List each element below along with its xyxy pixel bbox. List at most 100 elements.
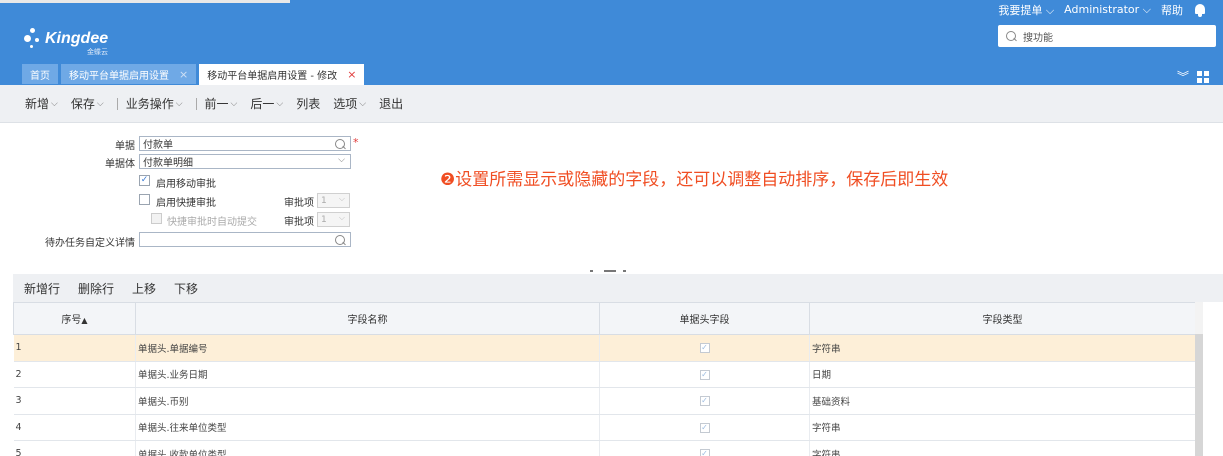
prev-label: 前一 <box>204 97 229 111</box>
save-button[interactable]: 保存 ⌵ <box>71 95 104 112</box>
table-vertical-scrollbar[interactable] <box>1195 302 1203 456</box>
logo-text: Kingdee <box>45 30 109 47</box>
cell-field-name[interactable]: 单据头.单据编号 <box>135 334 600 362</box>
close-icon[interactable]: × <box>347 68 356 81</box>
bill-value: 付款单 <box>143 140 173 151</box>
toolbar-divider <box>116 97 118 110</box>
col-bill-head[interactable]: 单据头字段 <box>599 302 810 335</box>
tab-home[interactable]: 首页 <box>22 64 58 84</box>
cell-bill-head[interactable]: ✓ <box>599 334 810 362</box>
col-field-type[interactable]: 字段类型 <box>809 302 1196 335</box>
tab-mobile-settings[interactable]: 移动平台单据启用设置 × <box>61 64 197 84</box>
search-placeholder: 搜功能 <box>1023 32 1053 44</box>
cell-field-name[interactable]: 单据头.币别 <box>135 387 600 415</box>
chevron-down-icon: ⌵ <box>276 98 284 109</box>
enable-mobile-approve-label: 启用移动审批 <box>156 179 216 190</box>
table-row[interactable]: 1 单据头.单据编号 ✓ 字符串 <box>13 334 1196 362</box>
exit-button[interactable]: 退出 <box>379 95 403 112</box>
function-search-input[interactable]: 搜功能 <box>998 25 1216 47</box>
bill-head-checkbox[interactable]: ✓ <box>699 343 710 354</box>
bell-icon[interactable] <box>1193 3 1207 17</box>
enable-mobile-approve-checkbox[interactable]: ✓ <box>139 175 150 186</box>
double-chevron-down-icon[interactable]: ︾ <box>1177 68 1189 85</box>
bill-head-checkbox[interactable]: ✓ <box>699 369 710 380</box>
table-row[interactable]: 4 单据头.往来单位类型 ✓ 字符串 <box>13 414 1196 441</box>
chevron-down-icon: ⌵ <box>96 98 104 109</box>
chevron-down-icon: ⌵ <box>51 98 58 109</box>
header-right-controls: ︾ <box>1177 68 1209 85</box>
cell-field-name[interactable]: 单据头.往来单位类型 <box>135 414 600 441</box>
todo-detail-label: 待办任务自定义详情 <box>45 238 135 249</box>
save-label: 保存 <box>70 97 95 111</box>
grid-toolbar: 新增行 删除行 上移 下移 <box>13 274 1223 302</box>
cell-bill-head[interactable]: ✓ <box>599 361 810 388</box>
cell-bill-head[interactable]: ✓ <box>599 414 810 441</box>
approve-item-value: 1 <box>321 214 327 225</box>
col-seq[interactable]: 序号▲ <box>13 302 136 335</box>
tab-bar: 首页 移动平台单据启用设置 × 移动平台单据启用设置 - 修改 × <box>22 64 367 85</box>
search-icon <box>1006 30 1017 42</box>
bill-body-select[interactable]: 付款单明细 ⌵ <box>139 154 351 169</box>
next-label: 后一 <box>250 97 275 111</box>
kingdee-logo[interactable]: Kingdee 金蝶云 <box>24 26 134 58</box>
cell-field-name[interactable]: 单据头.业务日期 <box>135 361 600 388</box>
bill-head-checkbox[interactable]: ✓ <box>699 449 710 456</box>
options-button[interactable]: 选项 ⌵ <box>333 95 366 112</box>
exit-label: 退出 <box>379 97 404 111</box>
table-row[interactable]: 2 单据头.业务日期 ✓ 日期 <box>13 361 1196 388</box>
new-button[interactable]: 新增 ⌵ <box>25 95 58 112</box>
cell-field-type: 字符串 <box>809 414 1196 441</box>
submit-ticket-link[interactable]: 我要提单 ⌵ <box>998 2 1054 18</box>
add-row-button[interactable]: 新增行 <box>24 280 60 297</box>
delete-row-button[interactable]: 删除行 <box>78 280 114 297</box>
cell-bill-head[interactable]: ✓ <box>599 440 810 456</box>
required-mark: * <box>353 136 359 149</box>
chevron-down-icon: ⌵ <box>338 194 345 203</box>
table-row[interactable]: 5 单据头.收款单位类型 ✓ 字符串 <box>13 440 1196 456</box>
cell-seq: 5 <box>13 440 136 456</box>
move-up-button[interactable]: 上移 <box>132 280 156 297</box>
field-table: 序号▲ 字段名称 单据头字段 字段类型 1 单据头.单据编号 ✓ 字符串 2 单… <box>13 302 1223 456</box>
move-down-button[interactable]: 下移 <box>174 280 198 297</box>
bill-head-checkbox[interactable]: ✓ <box>699 396 710 407</box>
quick-auto-submit-checkbox <box>151 213 162 224</box>
user-menu[interactable]: Administrator ⌵ <box>1064 3 1151 17</box>
approve-item-select-2: 1 ⌵ <box>317 212 350 227</box>
todo-detail-field[interactable] <box>139 232 351 247</box>
instruction-annotation: ❷设置所需显示或隐藏的字段，还可以调整自动排序，保存后即生效 <box>440 170 949 190</box>
business-ops-button[interactable]: 业务操作 ⌵ <box>126 95 183 112</box>
quick-auto-submit-label: 快捷审批时自动提交 <box>167 217 257 228</box>
cell-bill-head[interactable]: ✓ <box>599 387 810 415</box>
grid-menu-icon[interactable] <box>1197 70 1209 83</box>
table-header-row: 序号▲ 字段名称 单据头字段 字段类型 <box>13 302 1196 335</box>
next-button[interactable]: 后一 ⌵ <box>250 95 283 112</box>
logo-subtext: 金蝶云 <box>87 48 108 56</box>
table-row[interactable]: 3 单据头.币别 ✓ 基础资料 <box>13 387 1196 415</box>
approve-item-label-2: 审批项 <box>284 217 314 228</box>
approve-item-select: 1 ⌵ <box>317 193 350 208</box>
top-strip <box>0 0 290 3</box>
col-field-name[interactable]: 字段名称 <box>135 302 600 335</box>
chevron-down-icon: ⌵ <box>359 98 367 109</box>
main-toolbar: 新增 ⌵ 保存 ⌵ 业务操作 ⌵ 前一 ⌵ 后一 ⌵ 列表 选项 ⌵ 退出 <box>0 85 1223 123</box>
cell-field-type: 基础资料 <box>809 387 1196 415</box>
bill-field[interactable]: 付款单 <box>139 136 351 151</box>
prev-button[interactable]: 前一 ⌵ <box>205 95 238 112</box>
help-link[interactable]: 帮助 <box>1161 2 1183 18</box>
cell-field-name[interactable]: 单据头.收款单位类型 <box>135 440 600 456</box>
enable-quick-approve-checkbox[interactable] <box>139 194 150 205</box>
search-icon[interactable] <box>335 235 346 246</box>
cell-field-type: 字符串 <box>809 334 1196 362</box>
tab-mobile-settings-edit[interactable]: 移动平台单据启用设置 - 修改 × <box>199 64 365 85</box>
close-icon[interactable]: × <box>179 68 188 81</box>
cell-seq: 3 <box>13 387 136 415</box>
search-icon[interactable] <box>335 139 346 150</box>
tab-label: 移动平台单据启用设置 <box>69 70 169 82</box>
chevron-down-icon: ⌵ <box>230 98 238 109</box>
settings-form: 单据 付款单 * 单据体 付款单明细 ⌵ ✓ 启用移动审批 启用快捷审批 审批项… <box>0 123 1223 265</box>
bill-head-checkbox[interactable]: ✓ <box>699 422 710 433</box>
scrollbar-thumb[interactable] <box>1195 334 1203 456</box>
cell-field-type: 字符串 <box>809 440 1196 456</box>
list-button[interactable]: 列表 <box>296 95 320 112</box>
body-label: 单据体 <box>105 159 135 170</box>
